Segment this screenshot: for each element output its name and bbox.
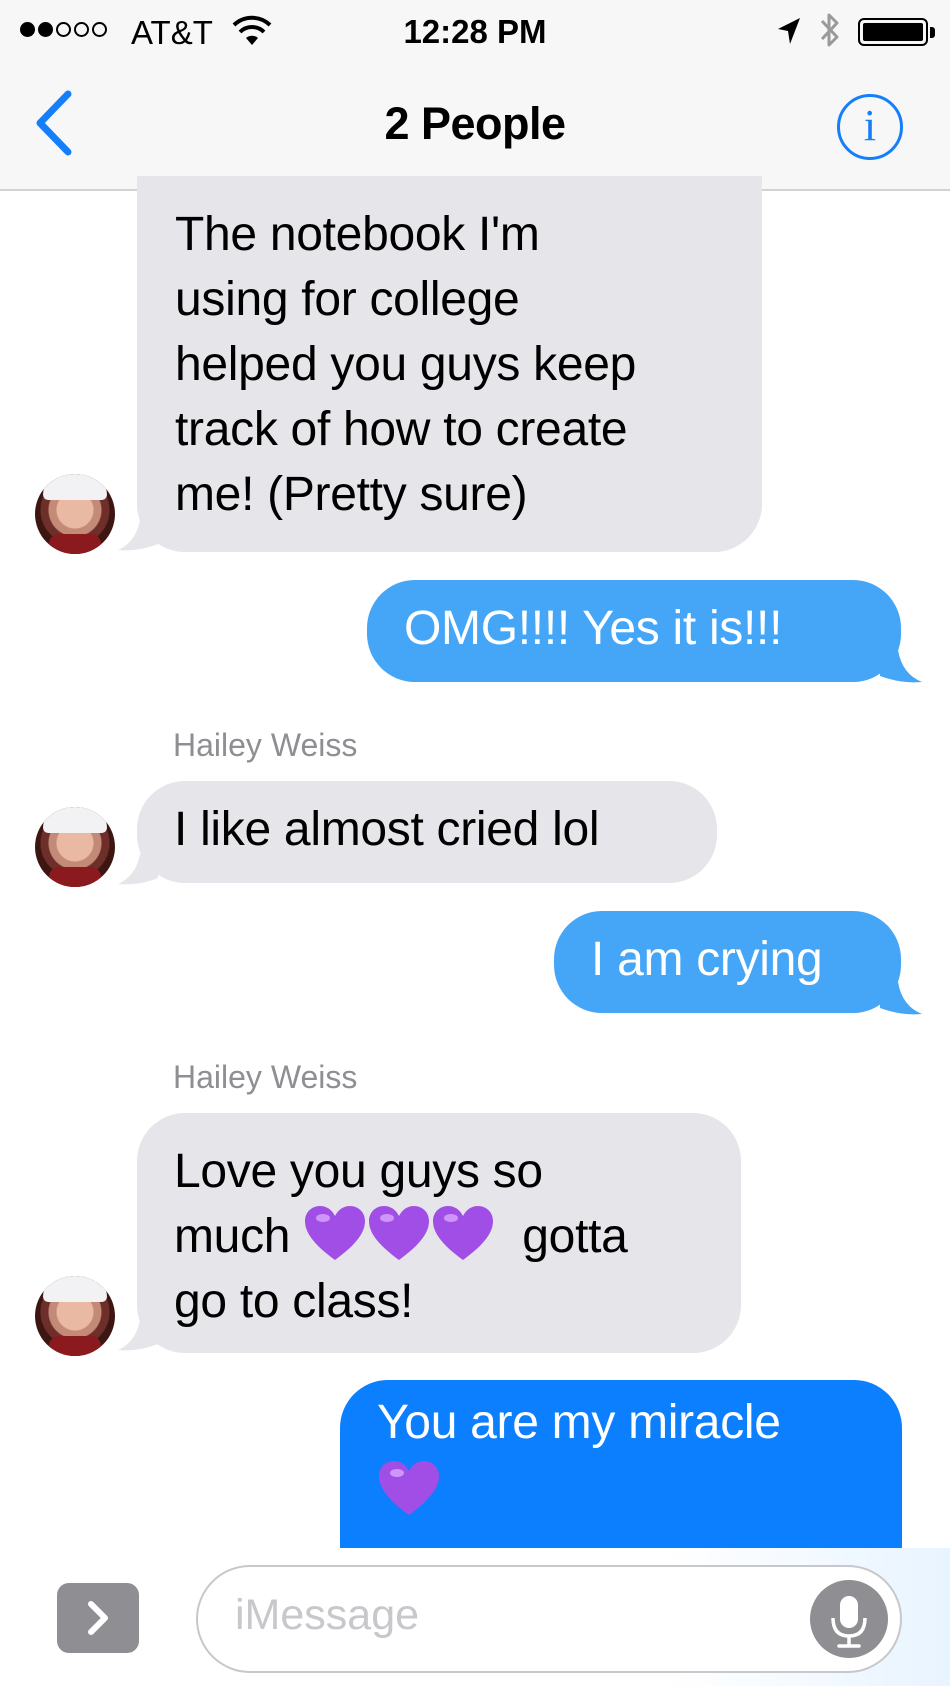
conversation-title: 2 People [384, 98, 566, 149]
message-text: You are my miracle [377, 1396, 781, 1449]
message-line: track of how to create [175, 403, 628, 456]
message-line: gotta [522, 1210, 628, 1263]
message-bubble-sent[interactable]: You are my miracle [340, 1380, 902, 1548]
status-bar: AT&T 12:28 PM [0, 0, 950, 62]
message-line: much [174, 1210, 291, 1263]
location-arrow-icon [778, 18, 800, 44]
message-bubble-received[interactable]: I like almost cried lol [137, 781, 717, 883]
purple-heart-icon [369, 1206, 430, 1260]
expand-apps-button[interactable] [57, 1583, 139, 1653]
message-line: The notebook I'm [175, 208, 540, 261]
status-time: 12:28 PM [403, 13, 547, 50]
message-line: go to class! [174, 1275, 414, 1328]
chevron-right-icon [88, 1601, 108, 1635]
battery-tip [930, 27, 935, 38]
message-line: helped you guys keep [175, 338, 637, 391]
message-bubble-received[interactable]: Love you guys so much gotta go to class! [137, 1113, 741, 1353]
purple-heart-icon [379, 1461, 439, 1515]
message-text: OMG!!!! Yes it is!!! [404, 602, 783, 655]
message-line: Love you guys so [174, 1145, 543, 1198]
purple-heart-icon [305, 1206, 366, 1260]
message-line: using for college [175, 273, 520, 326]
message-bubble-sent[interactable]: OMG!!!! Yes it is!!! [367, 580, 901, 682]
message-line: me! (Pretty sure) [175, 468, 528, 521]
sender-name: Hailey Weiss [173, 1059, 358, 1095]
message-text: I am crying [591, 933, 823, 986]
battery-icon [858, 18, 928, 46]
bluetooth-icon [820, 13, 839, 47]
microphone-button[interactable] [810, 1580, 888, 1658]
avatar[interactable] [35, 807, 115, 887]
purple-heart-icon [433, 1206, 494, 1260]
sender-name: Hailey Weiss [173, 727, 358, 763]
navigation-header: AT&T 12:28 PM 2 People i [0, 0, 950, 191]
avatar[interactable] [35, 474, 115, 554]
info-icon[interactable]: i [837, 94, 903, 160]
message-bubble-sent[interactable]: I am crying [554, 911, 901, 1013]
message-line-with-emoji: much gotta [174, 1204, 741, 1269]
message-text: I like almost cried lol [174, 803, 600, 856]
microphone-icon [831, 1596, 867, 1648]
message-input-placeholder: iMessage [235, 1591, 420, 1639]
avatar[interactable] [35, 1276, 115, 1356]
message-bubble-received[interactable]: The notebook I'm using for college helpe… [137, 176, 762, 552]
